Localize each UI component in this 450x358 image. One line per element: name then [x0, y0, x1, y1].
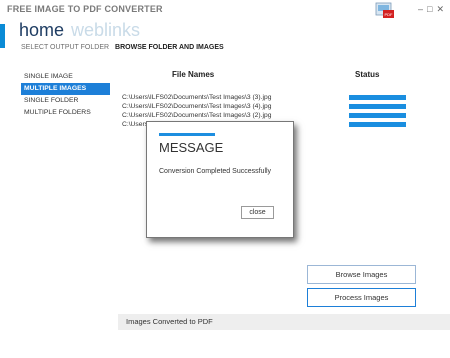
status-bar: Images Converted to PDF — [118, 314, 450, 330]
dialog-accent-stripe — [159, 133, 215, 136]
sidebar-item-multiple-folders[interactable]: MULTIPLE FOLDERS — [21, 107, 110, 119]
dialog-title: MESSAGE — [159, 140, 224, 155]
status-progress-bar — [349, 122, 406, 127]
message-dialog: MESSAGE Conversion Completed Successfull… — [146, 121, 294, 238]
file-row[interactable]: C:\Users\ILFS02\Documents\Test Images\3 … — [122, 111, 271, 120]
tab-home[interactable]: home — [19, 20, 64, 41]
close-window-button[interactable]: ✕ — [436, 4, 444, 15]
status-header: Status — [355, 70, 380, 79]
nav-tabs: home weblinks — [19, 20, 140, 41]
sidebar-item-multiple-images[interactable]: MULTIPLE IMAGES — [21, 83, 110, 95]
sidebar-item-single-folder[interactable]: SINGLE FOLDER — [21, 95, 110, 107]
status-progress-list — [349, 95, 406, 131]
window-controls: – □ ✕ — [418, 4, 444, 15]
svg-text:PDF: PDF — [385, 12, 394, 17]
tab-weblinks[interactable]: weblinks — [71, 20, 140, 41]
app-title: FREE IMAGE TO PDF CONVERTER — [7, 4, 163, 14]
browse-images-button[interactable]: Browse Images — [307, 265, 416, 284]
dialog-message: Conversion Completed Successfully — [159, 168, 272, 175]
subnav-browse-folder-and-images[interactable]: BROWSE FOLDER AND IMAGES — [115, 44, 224, 51]
minimize-button[interactable]: – — [418, 4, 423, 15]
subnav-select-output-folder[interactable]: SELECT OUTPUT FOLDER — [21, 44, 109, 51]
subnav: SELECT OUTPUT FOLDER BROWSE FOLDER AND I… — [21, 44, 224, 51]
accent-bar — [0, 24, 5, 48]
maximize-button[interactable]: □ — [427, 4, 432, 15]
status-progress-bar — [349, 113, 406, 118]
file-names-header: File Names — [172, 70, 215, 79]
status-progress-bar — [349, 95, 406, 100]
process-images-button[interactable]: Process Images — [307, 288, 416, 307]
sidebar: SINGLE IMAGE MULTIPLE IMAGES SINGLE FOLD… — [21, 71, 110, 119]
pdf-app-logo-icon: PDF — [375, 2, 394, 18]
status-progress-bar — [349, 104, 406, 109]
file-row[interactable]: C:\Users\ILFS02\Documents\Test Images\3 … — [122, 102, 271, 111]
dialog-close-button[interactable]: close — [241, 206, 274, 219]
file-row[interactable]: C:\Users\ILFS02\Documents\Test Images\3 … — [122, 93, 271, 102]
sidebar-item-single-image[interactable]: SINGLE IMAGE — [21, 71, 110, 83]
